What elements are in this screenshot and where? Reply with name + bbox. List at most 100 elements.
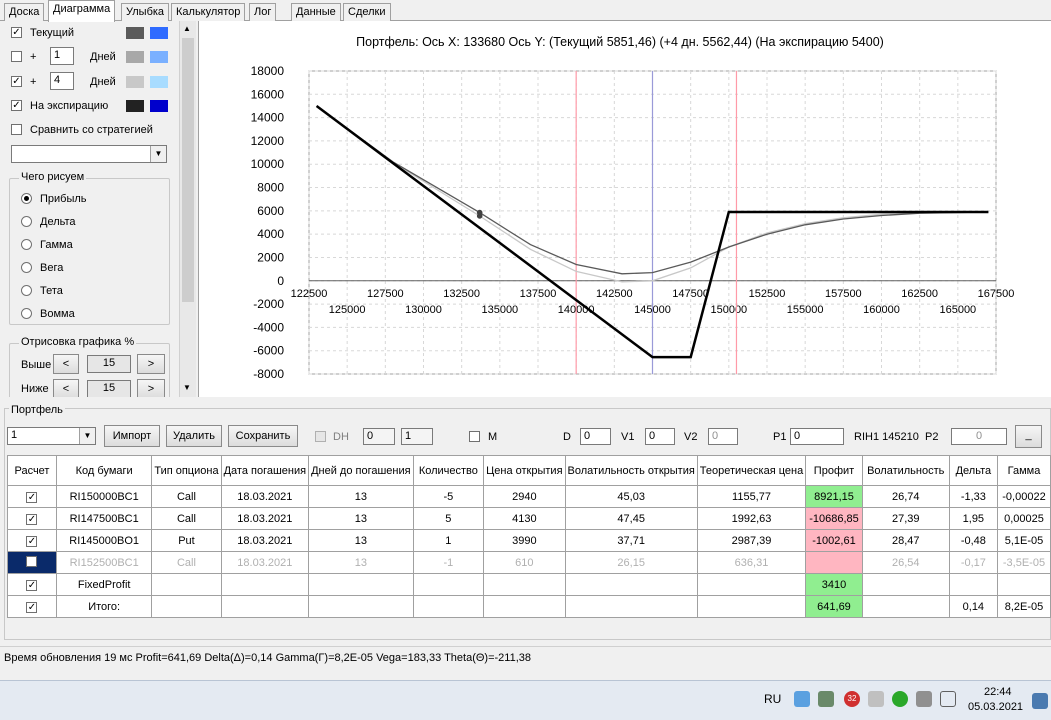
table-cell[interactable]: 18.03.2021 [220,485,310,508]
table-row[interactable]: ✓ Итого: 641,69 0,14 8,2E-05 [7,595,1051,618]
column-header[interactable]: Волатильность [861,455,950,486]
table-cell[interactable]: Итого: [55,595,153,618]
table-cell[interactable]: -1,33 [948,485,998,508]
column-header[interactable]: Дата погашения [220,455,310,486]
table-cell[interactable]: 636,31 [696,551,807,574]
portfolio-select[interactable]: 1 ▼ [7,427,96,445]
table-cell[interactable]: 5,1E-05 [996,529,1051,552]
row-calc-cell[interactable]: ✓ [7,507,57,530]
p1-input[interactable]: 0 [790,428,844,445]
save-button[interactable]: Сохранить [228,425,298,447]
table-cell[interactable]: 26,74 [861,485,950,508]
notification-badge-icon[interactable]: 32 [844,691,860,707]
table-cell[interactable] [308,573,414,596]
table-cell[interactable]: -1002,61 [805,529,863,552]
delete-button[interactable]: Удалить [166,425,222,447]
table-cell[interactable]: 26,54 [861,551,950,574]
row-checkbox[interactable] [26,555,38,567]
row-calc-cell[interactable]: ✓ [7,485,57,508]
scrollbar-thumb[interactable] [182,38,194,302]
table-cell[interactable] [412,595,485,618]
clock-time[interactable]: 22:44 [984,686,1012,698]
column-header[interactable]: Волатильность открытия [564,455,698,486]
tab-calculator[interactable]: Калькулятор [171,3,246,21]
above-decrease-button[interactable]: < [53,354,79,374]
column-header[interactable]: Цена открытия [483,455,566,486]
payoff-chart[interactable]: Портфель: Ось X: 133680 Ось Y: (Текущий … [199,21,1051,397]
below-value[interactable]: 15 [87,380,131,397]
row-checkbox[interactable]: ✓ [26,579,38,591]
table-cell[interactable]: 13 [308,507,414,530]
table-cell[interactable]: 13 [308,485,414,508]
current-color-swatch-2[interactable] [150,27,168,39]
expiry-checkbox[interactable]: ✓ [11,100,22,111]
dh-spinner-1[interactable]: 0 [363,428,395,445]
table-cell[interactable]: 26,15 [564,551,698,574]
plus4-days-input[interactable]: 4 [50,72,74,90]
table-cell[interactable] [483,573,566,596]
table-cell[interactable]: -3,5E-05 [996,551,1051,574]
table-cell[interactable]: RI152500BC1 [55,551,153,574]
radio-profit[interactable] [21,193,32,204]
table-cell[interactable]: Put [151,529,222,552]
radio-theta[interactable] [21,285,32,296]
table-cell[interactable]: 13 [308,529,414,552]
table-cell[interactable] [220,595,310,618]
dh-checkbox[interactable] [315,431,326,442]
table-cell[interactable] [308,595,414,618]
table-cell[interactable]: 3990 [483,529,566,552]
current-color-swatch[interactable] [126,27,144,39]
row-checkbox[interactable]: ✓ [26,491,38,503]
table-cell[interactable]: -5 [412,485,485,508]
table-row[interactable]: ✓ FixedProfit 3410 [7,573,1051,596]
table-cell[interactable]: 18.03.2021 [220,507,310,530]
table-cell[interactable]: 4130 [483,507,566,530]
table-cell[interactable]: 45,03 [564,485,698,508]
table-cell[interactable]: 0,00025 [996,507,1051,530]
table-row[interactable]: ✓ RI150000BC1 Call 18.03.2021 13 -5 2940 45,03 1… [7,485,1051,508]
table-cell[interactable]: 2940 [483,485,566,508]
table-cell[interactable]: 8921,15 [805,485,863,508]
table-cell[interactable]: 1,95 [948,507,998,530]
table-cell[interactable]: 641,69 [805,595,863,618]
left-panel-scrollbar[interactable]: ▲ ▼ [179,21,196,397]
table-cell[interactable]: FixedProfit [55,573,153,596]
table-cell[interactable]: 18.03.2021 [220,529,310,552]
table-cell[interactable]: 1155,77 [696,485,807,508]
table-cell[interactable]: 18.03.2021 [220,551,310,574]
table-cell[interactable]: RI147500BC1 [55,507,153,530]
column-header[interactable]: Расчет [7,455,57,486]
table-cell[interactable]: RI145000BO1 [55,529,153,552]
below-decrease-button[interactable]: < [53,379,79,397]
m-checkbox[interactable] [469,431,480,442]
table-cell[interactable]: 610 [483,551,566,574]
table-cell[interactable]: 1992,63 [696,507,807,530]
column-header[interactable]: Дельта [948,455,998,486]
plus1-days-input[interactable]: 1 [50,47,74,65]
show-desktop-icon[interactable] [1032,693,1048,709]
plus4-checkbox[interactable]: ✓ [11,76,22,87]
table-cell[interactable]: Call [151,551,222,574]
table-cell[interactable] [861,573,950,596]
plus4-color-swatch-2[interactable] [150,76,168,88]
table-cell[interactable]: 2987,39 [696,529,807,552]
below-increase-button[interactable]: > [137,379,165,397]
expiry-color-swatch-2[interactable] [150,100,168,112]
plus1-color-swatch-2[interactable] [150,51,168,63]
strategy-select[interactable]: ▼ [11,145,167,163]
row-calc-cell[interactable]: ✓ [7,529,57,552]
table-cell[interactable]: -1 [412,551,485,574]
flag-icon[interactable] [940,691,956,707]
tab-smile[interactable]: Улыбка [121,3,170,21]
table-cell[interactable]: -10686,85 [805,507,863,530]
check-icon[interactable] [892,691,908,707]
table-cell[interactable] [696,595,807,618]
table-cell[interactable] [151,573,222,596]
table-cell[interactable]: RI150000BC1 [55,485,153,508]
column-header[interactable]: Профит [805,455,863,486]
minimize-button[interactable]: _ [1015,425,1042,448]
table-row[interactable]: ✓ RI147500BC1 Call 18.03.2021 13 5 4130 47,45 19… [7,507,1051,530]
column-header[interactable]: Гамма [996,455,1051,486]
v2-input[interactable]: 0 [708,428,738,445]
tab-log[interactable]: Лог [249,3,277,21]
